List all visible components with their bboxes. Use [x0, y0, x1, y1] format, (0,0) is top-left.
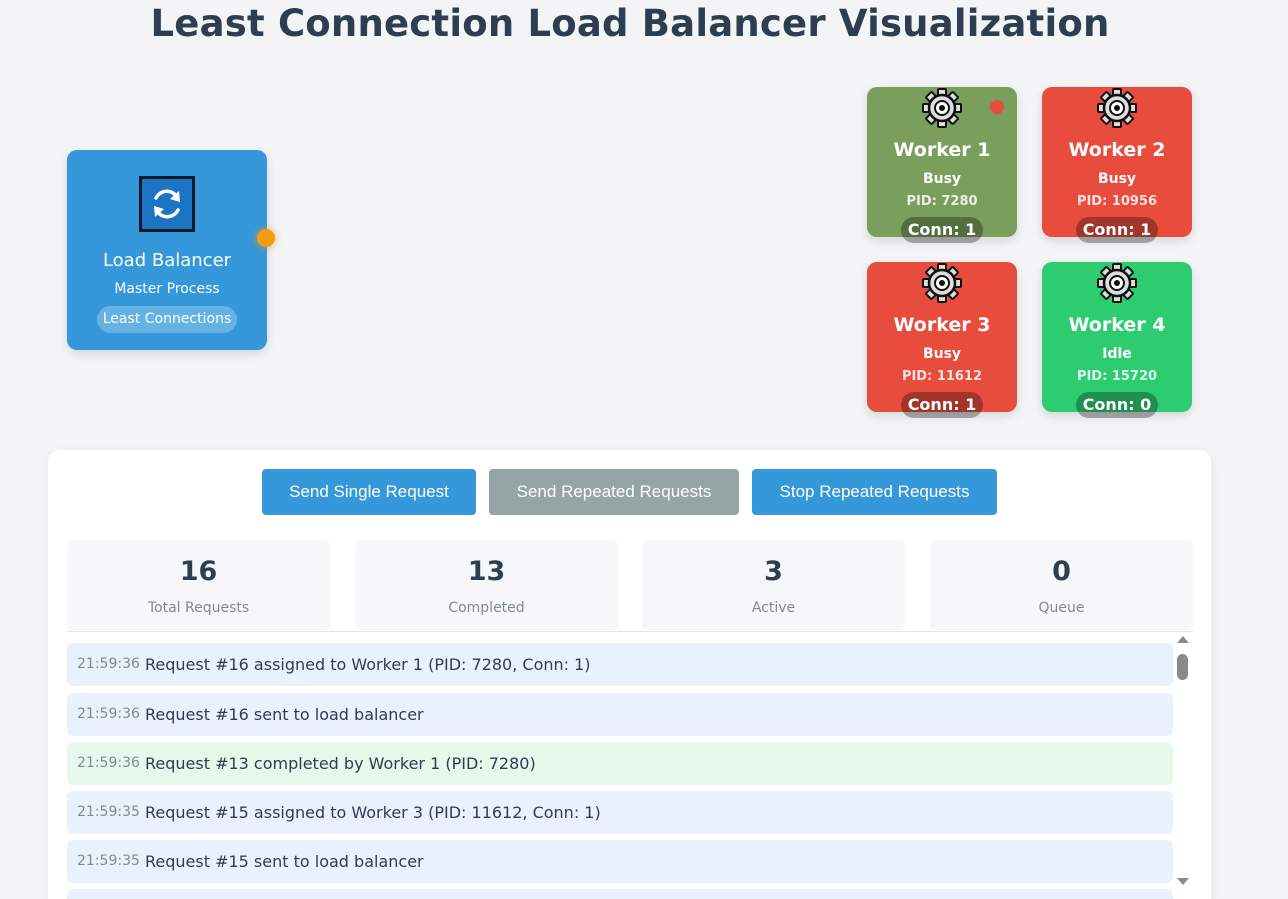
log-message: Request #16 sent to load balancer [145, 705, 424, 724]
stat-label: Active [751, 600, 796, 616]
log-entry: 21:59:36 Request #16 assigned to Worker … [67, 643, 1173, 686]
stat-label: Queue [1038, 600, 1085, 616]
stat-value: 0 [1052, 556, 1071, 587]
log-entry: 21:59:35 Request #15 assigned to Worker … [67, 791, 1173, 834]
worker-status: Idle [1102, 346, 1132, 362]
worker-pid: PID: 11612 [901, 369, 983, 384]
worker-pid: PID: 10956 [1076, 194, 1158, 209]
refresh-icon [139, 176, 195, 232]
gear-icon [1096, 262, 1138, 308]
worker-status: Busy [1097, 171, 1137, 187]
log-message: Request #16 assigned to Worker 1 (PID: 7… [145, 655, 591, 674]
stat-label: Total Requests [147, 600, 250, 616]
gear-icon [921, 87, 963, 133]
log-timestamp: 21:59:36 [77, 706, 140, 722]
worker-name: Worker 3 [893, 314, 991, 336]
worker-status: Busy [922, 171, 962, 187]
log-message: Request #15 assigned to Worker 3 (PID: 1… [145, 803, 601, 822]
log-entry-partial [67, 889, 1173, 899]
log-timestamp: 21:59:36 [77, 656, 140, 672]
log-timestamp: 21:59:35 [77, 853, 140, 869]
log-entry: 21:59:36 Request #13 completed by Worker… [67, 742, 1173, 785]
stop-repeated-requests-button[interactable]: Stop Repeated Requests [752, 469, 997, 515]
worker-pid: PID: 7280 [906, 194, 978, 209]
scroll-up-arrow-icon[interactable] [1177, 636, 1189, 643]
stat-label: Completed [448, 600, 525, 616]
incoming-request-indicator [990, 100, 1004, 114]
page-title: Least Connection Load Balancer Visualiza… [150, 2, 1110, 45]
log-timestamp: 21:59:35 [77, 804, 140, 820]
worker-card-4: Worker 4 Idle PID: 15720 Conn: 0 [1042, 262, 1192, 418]
worker-name: Worker 4 [1068, 314, 1166, 336]
scroll-down-arrow-icon[interactable] [1177, 878, 1189, 885]
load-balancer-title: Load Balancer [102, 250, 232, 271]
worker-connection-badge: Conn: 0 [1076, 392, 1158, 418]
algorithm-badge: Least Connections [97, 306, 237, 333]
stat-active: 3 Active [642, 540, 905, 630]
stat-total-requests: 16 Total Requests [67, 540, 330, 630]
log-message: Request #13 completed by Worker 1 (PID: … [145, 754, 536, 773]
worker-card-2: Worker 2 Busy PID: 10956 Conn: 1 [1042, 87, 1192, 243]
worker-card-3: Worker 3 Busy PID: 11612 Conn: 1 [867, 262, 1017, 418]
stat-value: 16 [179, 556, 218, 587]
stat-completed: 13 Completed [355, 540, 618, 630]
worker-pid: PID: 15720 [1076, 369, 1158, 384]
worker-connection-badge: Conn: 1 [901, 392, 983, 418]
scrollbar-thumb[interactable] [1177, 654, 1188, 680]
send-repeated-requests-button[interactable]: Send Repeated Requests [489, 469, 739, 515]
stat-queue: 0 Queue [930, 540, 1193, 630]
worker-name: Worker 2 [1068, 139, 1166, 161]
stat-value: 3 [764, 556, 783, 587]
event-log[interactable]: 21:59:36 Request #16 assigned to Worker … [67, 643, 1173, 899]
worker-connection-badge: Conn: 1 [901, 217, 983, 243]
control-panel: Send Single Request Send Repeated Reques… [48, 450, 1211, 899]
gear-icon [921, 262, 963, 308]
worker-name: Worker 1 [893, 139, 991, 161]
log-timestamp: 21:59:36 [77, 755, 140, 771]
gear-icon [1096, 87, 1138, 133]
log-entry: 21:59:35 Request #15 sent to load balanc… [67, 840, 1173, 883]
log-entry: 21:59:36 Request #16 sent to load balanc… [67, 693, 1173, 736]
send-single-request-button[interactable]: Send Single Request [262, 469, 476, 515]
load-balancer-node: Load Balancer Master Process Least Conne… [67, 150, 267, 350]
log-scrollbar[interactable] [1175, 636, 1191, 888]
load-balancer-port-indicator [257, 229, 275, 247]
worker-status: Busy [922, 346, 962, 362]
load-balancer-subtitle: Master Process [114, 281, 220, 297]
stat-value: 13 [467, 556, 506, 587]
worker-connection-badge: Conn: 1 [1076, 217, 1158, 243]
worker-card-1: Worker 1 Busy PID: 7280 Conn: 1 [867, 87, 1017, 243]
log-message: Request #15 sent to load balancer [145, 852, 424, 871]
log-divider [67, 631, 1193, 632]
